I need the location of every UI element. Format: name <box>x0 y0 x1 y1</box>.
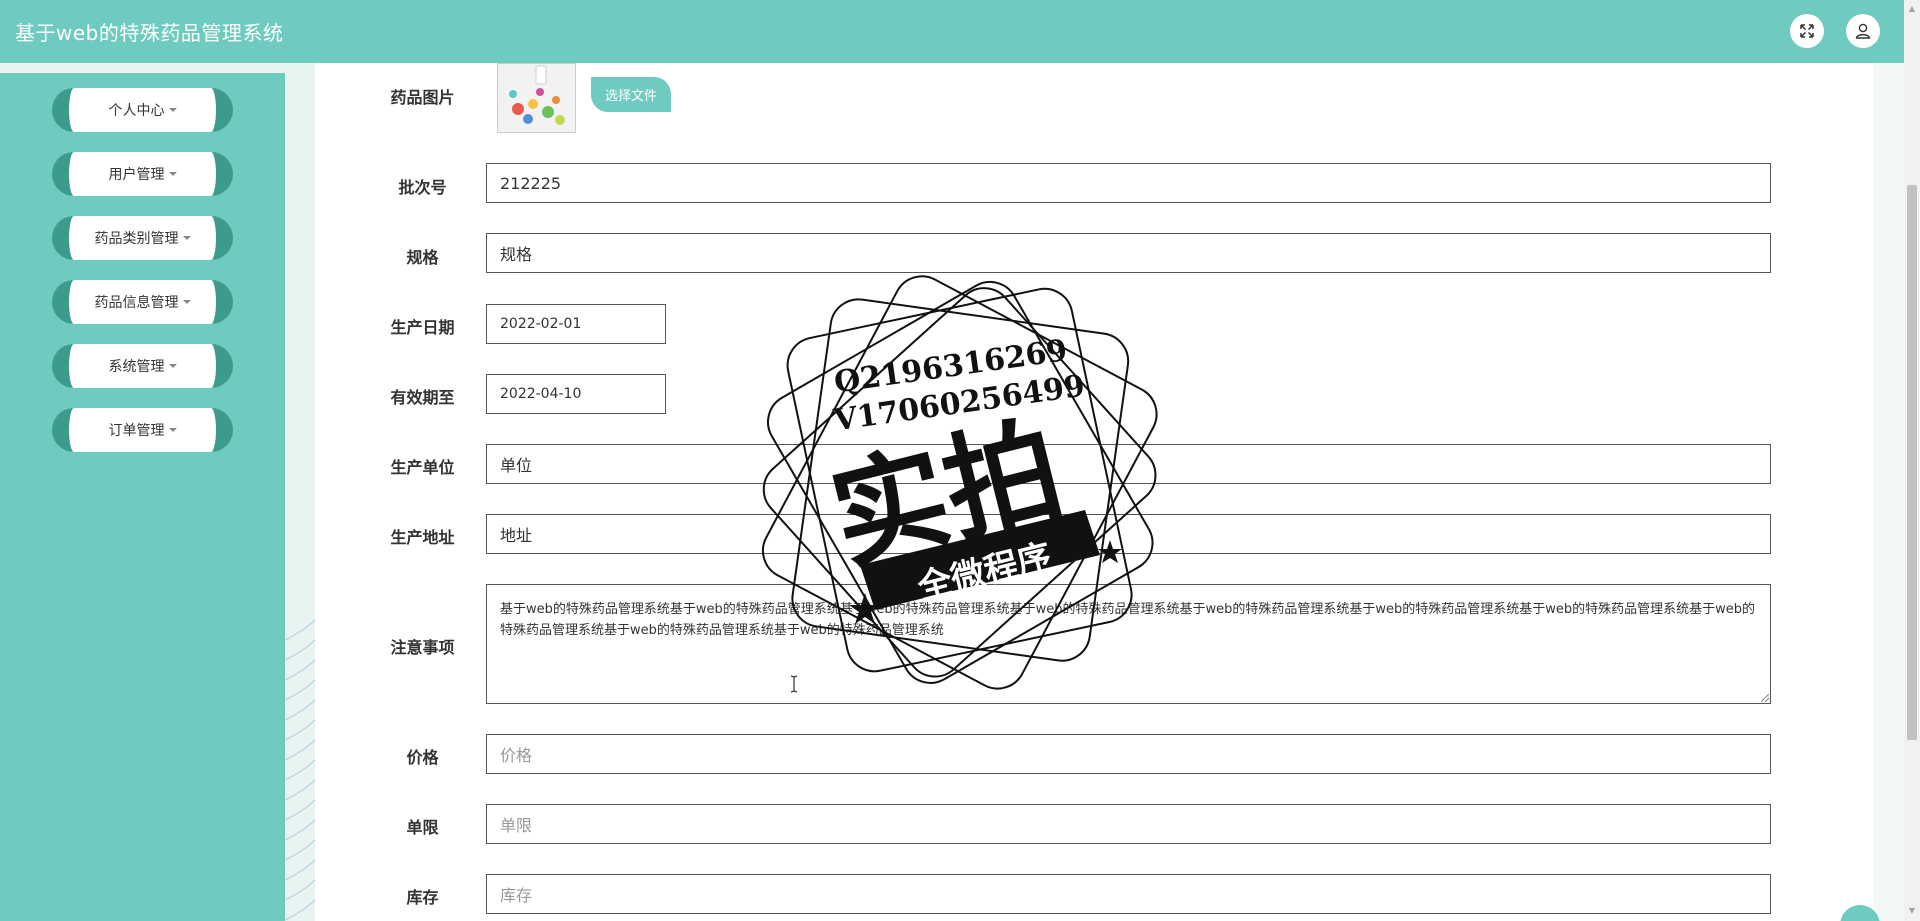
top-bar: 基于web的特殊药品管理系统 <box>0 0 1904 63</box>
sidebar-item-system-management[interactable]: 系统管理 <box>52 344 233 388</box>
chevron-down-icon <box>168 364 177 368</box>
address-label: 生产地址 <box>390 528 455 547</box>
price-label: 价格 <box>406 748 439 767</box>
sidebar-item-label: 药品类别管理 <box>94 231 179 247</box>
expiry-label: 有效期至 <box>390 388 455 407</box>
sidebar-item-user-management[interactable]: 用户管理 <box>52 152 233 196</box>
batch-label: 批次号 <box>398 178 447 197</box>
resize-handle[interactable] <box>1761 694 1769 702</box>
chevron-down-icon <box>168 172 177 176</box>
manufacturer-label: 生产单位 <box>390 458 455 477</box>
price-input[interactable]: 价格 <box>486 734 1771 774</box>
sidebar-item-drug-info-management[interactable]: 药品信息管理 <box>52 280 233 324</box>
stock-input[interactable]: 库存 <box>486 874 1771 914</box>
image-label: 药品图片 <box>390 88 455 107</box>
manufacturer-input[interactable]: 单位 <box>486 444 1771 484</box>
chevron-down-icon <box>168 108 177 112</box>
limit-label: 单限 <box>406 818 439 837</box>
choose-file-button[interactable]: 选择文件 <box>591 77 671 112</box>
sidebar: 个人中心 用户管理 药品类别管理 药品信息管理 系统管理 订单管理 <box>0 73 285 921</box>
sidebar-item-label: 订单管理 <box>108 423 165 439</box>
chevron-down-icon <box>168 428 177 432</box>
sidebar-item-label: 用户管理 <box>108 167 165 183</box>
sidebar-item-label: 药品信息管理 <box>94 295 179 311</box>
fullscreen-icon[interactable] <box>1790 14 1824 48</box>
sidebar-item-order-management[interactable]: 订单管理 <box>52 408 233 452</box>
notes-label: 注意事项 <box>390 638 455 657</box>
sidebar-item-label: 系统管理 <box>108 359 165 375</box>
expiry-date-input[interactable]: 2022-04-10 <box>486 374 666 414</box>
text-cursor-icon <box>790 675 798 693</box>
production-date-input[interactable]: 2022-02-01 <box>486 304 666 344</box>
scroll-thumb[interactable] <box>1907 185 1917 740</box>
scroll-up-icon[interactable]: ▲ <box>1907 4 1917 14</box>
sidebar-item-label: 个人中心 <box>108 103 165 119</box>
production-date-label: 生产日期 <box>390 318 455 337</box>
address-input[interactable]: 地址 <box>486 514 1771 554</box>
spec-input[interactable]: 规格 <box>486 233 1771 273</box>
chevron-down-icon <box>182 300 191 304</box>
batch-input[interactable]: 212225 <box>486 163 1771 203</box>
drug-image-thumbnail <box>497 63 576 133</box>
limit-input[interactable]: 单限 <box>486 804 1771 844</box>
user-icon[interactable] <box>1846 14 1880 48</box>
decorative-stripes <box>285 620 315 921</box>
app-title: 基于web的特殊药品管理系统 <box>15 21 284 45</box>
notes-textarea[interactable]: 基于web的特殊药品管理系统基于web的特殊药品管理系统基于web的特殊药品管理… <box>486 584 1771 704</box>
page-margin <box>1873 63 1904 921</box>
sidebar-item-personal-center[interactable]: 个人中心 <box>52 88 233 132</box>
chevron-down-icon <box>182 236 191 240</box>
stock-label: 库存 <box>406 888 439 907</box>
drug-edit-form: 药品图片 选择文件 批次号 212225 规格 规格 生产日期 2022-02-… <box>315 63 1873 921</box>
scroll-down-icon[interactable]: ▼ <box>1907 906 1917 916</box>
spec-label: 规格 <box>406 248 439 267</box>
notes-text: 基于web的特殊药品管理系统基于web的特殊药品管理系统基于web的特殊药品管理… <box>500 602 1756 638</box>
page-scrollbar[interactable]: ▲ ▼ <box>1904 0 1920 921</box>
sidebar-item-drug-category-management[interactable]: 药品类别管理 <box>52 216 233 260</box>
